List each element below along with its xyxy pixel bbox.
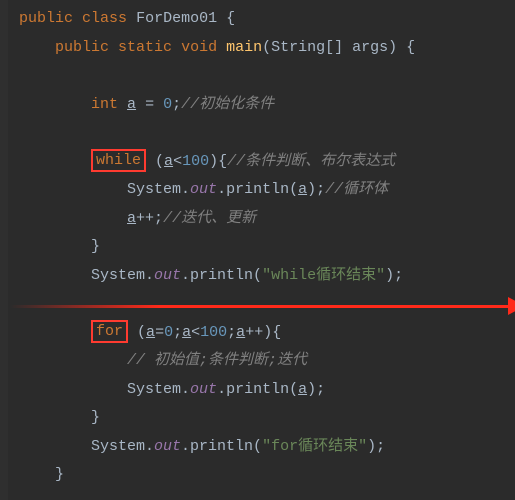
- paren-semi: );: [307, 381, 325, 398]
- variable-a: a: [164, 153, 173, 170]
- paren-semi: );: [385, 267, 403, 284]
- paren-brace: ){: [209, 153, 227, 170]
- string-literal: "while循环结束": [262, 267, 385, 284]
- variable-a: a: [298, 381, 307, 398]
- paren-semi: );: [307, 181, 325, 198]
- operator: ++;: [136, 210, 163, 227]
- class-name: ForDemo01: [136, 10, 217, 27]
- brace: }: [91, 409, 100, 426]
- keyword-static: static: [118, 39, 172, 56]
- method-println: .println(: [181, 267, 262, 284]
- system-class: System.: [127, 381, 190, 398]
- system-class: System.: [91, 438, 154, 455]
- code-line: System.out.println("for循环结束");: [10, 433, 515, 462]
- method-signature: (String[] args) {: [262, 39, 415, 56]
- arrow-annotation: [10, 301, 515, 311]
- paren: (: [146, 153, 164, 170]
- operator: <: [191, 324, 200, 341]
- operator: <: [173, 153, 182, 170]
- operator: =: [155, 324, 164, 341]
- field-out: out: [190, 381, 217, 398]
- keyword-while: while: [96, 152, 141, 169]
- blank-line: [10, 119, 515, 148]
- method-println: .println(: [217, 181, 298, 198]
- variable-a: a: [182, 324, 191, 341]
- code-line: // 初始值;条件判断;迭代: [10, 347, 515, 376]
- operator: =: [136, 96, 163, 113]
- field-out: out: [190, 181, 217, 198]
- code-line: int a = 0;//初始化条件: [10, 91, 515, 120]
- variable-a: a: [298, 181, 307, 198]
- keyword-public: public: [19, 10, 73, 27]
- keyword-for: for: [96, 323, 123, 340]
- number-literal: 0: [164, 324, 173, 341]
- paren-semi: );: [367, 438, 385, 455]
- number-literal: 100: [182, 153, 209, 170]
- system-class: System.: [127, 181, 190, 198]
- code-line: }: [10, 233, 515, 262]
- code-line: for (a=0;a<100;a++){: [10, 319, 515, 348]
- operator-brace: ++){: [245, 324, 281, 341]
- code-line: }: [10, 404, 515, 433]
- highlight-box-for: for: [91, 320, 128, 344]
- semicolon: ;: [172, 96, 181, 113]
- comment: // 初始值;条件判断;迭代: [127, 352, 307, 369]
- gutter-fold-region: [0, 0, 8, 500]
- field-out: out: [154, 267, 181, 284]
- code-line: System.out.println(a);//循环体: [10, 176, 515, 205]
- variable-a: a: [146, 324, 155, 341]
- system-class: System.: [91, 267, 154, 284]
- arrow-head-icon: [508, 297, 515, 315]
- semicolon: ;: [173, 324, 182, 341]
- field-out: out: [154, 438, 181, 455]
- blank-line: [10, 62, 515, 91]
- method-main: main: [226, 39, 262, 56]
- code-line: a++;//迭代、更新: [10, 205, 515, 234]
- code-line: public class ForDemo01 {: [10, 5, 515, 34]
- number-literal: 0: [163, 96, 172, 113]
- variable-a: a: [127, 210, 136, 227]
- brace: {: [217, 10, 235, 27]
- keyword-class: class: [82, 10, 127, 27]
- code-line: while (a<100){//条件判断、布尔表达式: [10, 148, 515, 177]
- keyword-public: public: [55, 39, 109, 56]
- paren: (: [128, 324, 146, 341]
- code-line: System.out.println(a);: [10, 376, 515, 405]
- comment: //循环体: [325, 181, 388, 198]
- string-literal: "for循环结束": [262, 438, 367, 455]
- brace: }: [91, 238, 100, 255]
- semicolon: ;: [227, 324, 236, 341]
- brace: }: [55, 466, 64, 483]
- blank-line: [10, 290, 515, 319]
- method-println: .println(: [181, 438, 262, 455]
- comment: //迭代、更新: [163, 210, 256, 227]
- variable-a: a: [127, 96, 136, 113]
- code-line: public static void main(String[] args) {: [10, 34, 515, 63]
- method-println: .println(: [217, 381, 298, 398]
- variable-a: a: [236, 324, 245, 341]
- comment: //初始化条件: [181, 96, 274, 113]
- keyword-int: int: [91, 96, 118, 113]
- comment: //条件判断、布尔表达式: [227, 153, 395, 170]
- highlight-box-while: while: [91, 149, 146, 173]
- number-literal: 100: [200, 324, 227, 341]
- arrow-line: [10, 305, 508, 308]
- code-line: }: [10, 461, 515, 490]
- code-line: System.out.println("while循环结束");: [10, 262, 515, 291]
- keyword-void: void: [181, 39, 217, 56]
